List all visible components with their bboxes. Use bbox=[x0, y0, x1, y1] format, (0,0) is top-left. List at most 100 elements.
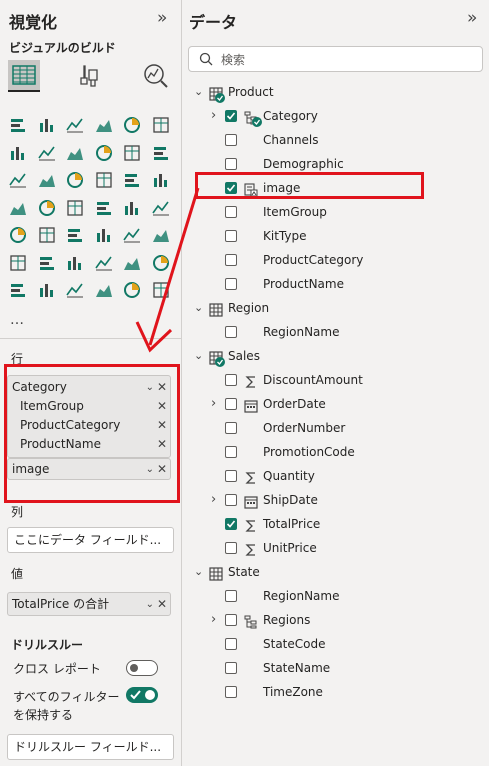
more-visuals-icon[interactable]: … bbox=[10, 312, 25, 328]
r-script-visual-icon[interactable] bbox=[151, 225, 171, 245]
cross-report-toggle[interactable] bbox=[126, 660, 158, 676]
key-influencers-icon[interactable] bbox=[37, 253, 57, 273]
line-and-column-chart-icon[interactable] bbox=[94, 143, 114, 163]
multi-row-card-icon[interactable] bbox=[8, 225, 28, 245]
donut-chart-icon[interactable] bbox=[151, 170, 171, 190]
area-chart-icon[interactable] bbox=[37, 143, 57, 163]
field-checkbox[interactable] bbox=[225, 206, 237, 218]
flow-visual-icon[interactable] bbox=[151, 280, 171, 300]
waterfall-chart-icon[interactable] bbox=[8, 170, 28, 190]
scatter-chart-icon[interactable] bbox=[94, 170, 114, 190]
keep-filters-toggle[interactable] bbox=[126, 687, 158, 703]
field-checkbox[interactable] bbox=[225, 614, 237, 626]
field-item-quantity[interactable]: Quantity bbox=[182, 464, 489, 488]
field-checkbox[interactable] bbox=[225, 254, 237, 266]
paginated-report-icon[interactable] bbox=[8, 280, 28, 300]
columns-drop-zone[interactable]: ここにデータ フィールド... bbox=[7, 527, 174, 553]
100-stacked-bar-chart-icon[interactable] bbox=[122, 115, 142, 135]
field-item-statecode[interactable]: StateCode bbox=[182, 632, 489, 656]
field-item-itemgroup[interactable]: ItemGroup bbox=[182, 200, 489, 224]
field-item-regionname[interactable]: RegionName bbox=[182, 584, 489, 608]
funnel-chart-a-icon[interactable] bbox=[37, 170, 57, 190]
table-node-product[interactable]: ⌄ Product bbox=[182, 80, 489, 104]
field-checkbox[interactable] bbox=[225, 662, 237, 674]
collapse-data-pane-icon[interactable]: » bbox=[467, 8, 477, 28]
chevron-down-icon[interactable]: ⌄ bbox=[194, 344, 203, 368]
field-item-productcategory[interactable]: ProductCategory bbox=[182, 248, 489, 272]
field-checkbox[interactable] bbox=[225, 230, 237, 242]
build-visual-tab-icon[interactable] bbox=[8, 60, 40, 92]
remove-field-icon[interactable]: ✕ bbox=[157, 595, 167, 614]
matrix-visual-icon[interactable] bbox=[122, 225, 142, 245]
filled-map-icon[interactable] bbox=[65, 198, 85, 218]
field-item-regionname[interactable]: RegionName bbox=[182, 320, 489, 344]
field-item-channels[interactable]: Channels bbox=[182, 128, 489, 152]
python-visual-icon[interactable] bbox=[8, 253, 28, 273]
field-item-totalprice[interactable]: TotalPrice bbox=[182, 512, 489, 536]
table-node-state[interactable]: ⌄ State bbox=[182, 560, 489, 584]
field-checkbox[interactable] bbox=[225, 374, 237, 386]
collapse-visualizations-icon[interactable]: » bbox=[157, 8, 167, 28]
qna-visual-icon[interactable] bbox=[94, 253, 114, 273]
field-checkbox[interactable] bbox=[225, 638, 237, 650]
field-checkbox[interactable] bbox=[225, 134, 237, 146]
search-input[interactable]: 検索 bbox=[188, 46, 483, 72]
analytics-tab-icon[interactable] bbox=[140, 60, 172, 92]
map-icon[interactable] bbox=[37, 198, 57, 218]
pie-chart-icon[interactable] bbox=[122, 170, 142, 190]
field-item-promotioncode[interactable]: PromotionCode bbox=[182, 440, 489, 464]
metrics-visual-icon[interactable] bbox=[37, 280, 57, 300]
field-item-productname[interactable]: ProductName bbox=[182, 272, 489, 296]
stacked-area-chart-icon[interactable] bbox=[65, 143, 85, 163]
funnel-chart-icon[interactable] bbox=[65, 170, 85, 190]
diamond-visual-icon[interactable] bbox=[122, 280, 142, 300]
field-item-shipdate[interactable]: › ShipDate bbox=[182, 488, 489, 512]
field-item-timezone[interactable]: TimeZone bbox=[182, 680, 489, 704]
kpi-icon[interactable] bbox=[37, 225, 57, 245]
format-visual-tab-icon[interactable] bbox=[74, 60, 106, 92]
values-field-totalprice[interactable]: TotalPrice の合計 ⌄ ✕ bbox=[7, 592, 171, 616]
field-checkbox[interactable] bbox=[225, 422, 237, 434]
clustered-bar-chart-icon[interactable] bbox=[65, 115, 85, 135]
decomposition-tree-icon[interactable] bbox=[65, 253, 85, 273]
chevron-down-icon[interactable]: ⌄ bbox=[194, 80, 203, 104]
power-apps-visual-icon[interactable] bbox=[65, 280, 85, 300]
treemap-icon[interactable] bbox=[8, 198, 28, 218]
line-and-stacked-column-chart-icon[interactable] bbox=[122, 143, 142, 163]
chevron-down-icon[interactable]: ⌄ bbox=[146, 595, 154, 614]
clustered-column-chart-icon[interactable] bbox=[94, 115, 114, 135]
field-checkbox[interactable] bbox=[225, 470, 237, 482]
field-item-ordernumber[interactable]: OrderNumber bbox=[182, 416, 489, 440]
field-item-regions[interactable]: › Regions bbox=[182, 608, 489, 632]
table-visual-icon[interactable] bbox=[94, 225, 114, 245]
field-checkbox[interactable] bbox=[225, 278, 237, 290]
field-checkbox[interactable] bbox=[225, 110, 237, 122]
field-checkbox[interactable] bbox=[225, 686, 237, 698]
table-node-sales[interactable]: ⌄ Sales bbox=[182, 344, 489, 368]
field-item-unitprice[interactable]: UnitPrice bbox=[182, 536, 489, 560]
field-item-statename[interactable]: StateName bbox=[182, 656, 489, 680]
chevron-down-icon[interactable]: ⌄ bbox=[194, 296, 203, 320]
field-checkbox[interactable] bbox=[225, 446, 237, 458]
field-item-orderdate[interactable]: › OrderDate bbox=[182, 392, 489, 416]
field-checkbox[interactable] bbox=[225, 590, 237, 602]
smart-narrative-icon[interactable] bbox=[122, 253, 142, 273]
chevron-right-icon[interactable]: › bbox=[211, 392, 216, 416]
power-automate-visual-icon[interactable] bbox=[94, 280, 114, 300]
field-checkbox[interactable] bbox=[225, 542, 237, 554]
trophy-visual-icon[interactable] bbox=[151, 253, 171, 273]
chevron-right-icon[interactable]: › bbox=[211, 104, 216, 128]
field-item-category[interactable]: › Category bbox=[182, 104, 489, 128]
gauge-icon[interactable] bbox=[122, 198, 142, 218]
stacked-bar-chart-icon[interactable] bbox=[8, 115, 28, 135]
field-item-discountamount[interactable]: DiscountAmount bbox=[182, 368, 489, 392]
chevron-down-icon[interactable]: ⌄ bbox=[194, 560, 203, 584]
field-checkbox[interactable] bbox=[225, 518, 237, 530]
ribbon-chart-icon[interactable] bbox=[151, 143, 171, 163]
azure-map-icon[interactable] bbox=[94, 198, 114, 218]
table-node-region[interactable]: ⌄ Region bbox=[182, 296, 489, 320]
chevron-right-icon[interactable]: › bbox=[211, 488, 216, 512]
drillthrough-drop-zone[interactable]: ドリルスルー フィールド... bbox=[7, 734, 174, 760]
field-item-kittype[interactable]: KitType bbox=[182, 224, 489, 248]
field-checkbox[interactable] bbox=[225, 326, 237, 338]
